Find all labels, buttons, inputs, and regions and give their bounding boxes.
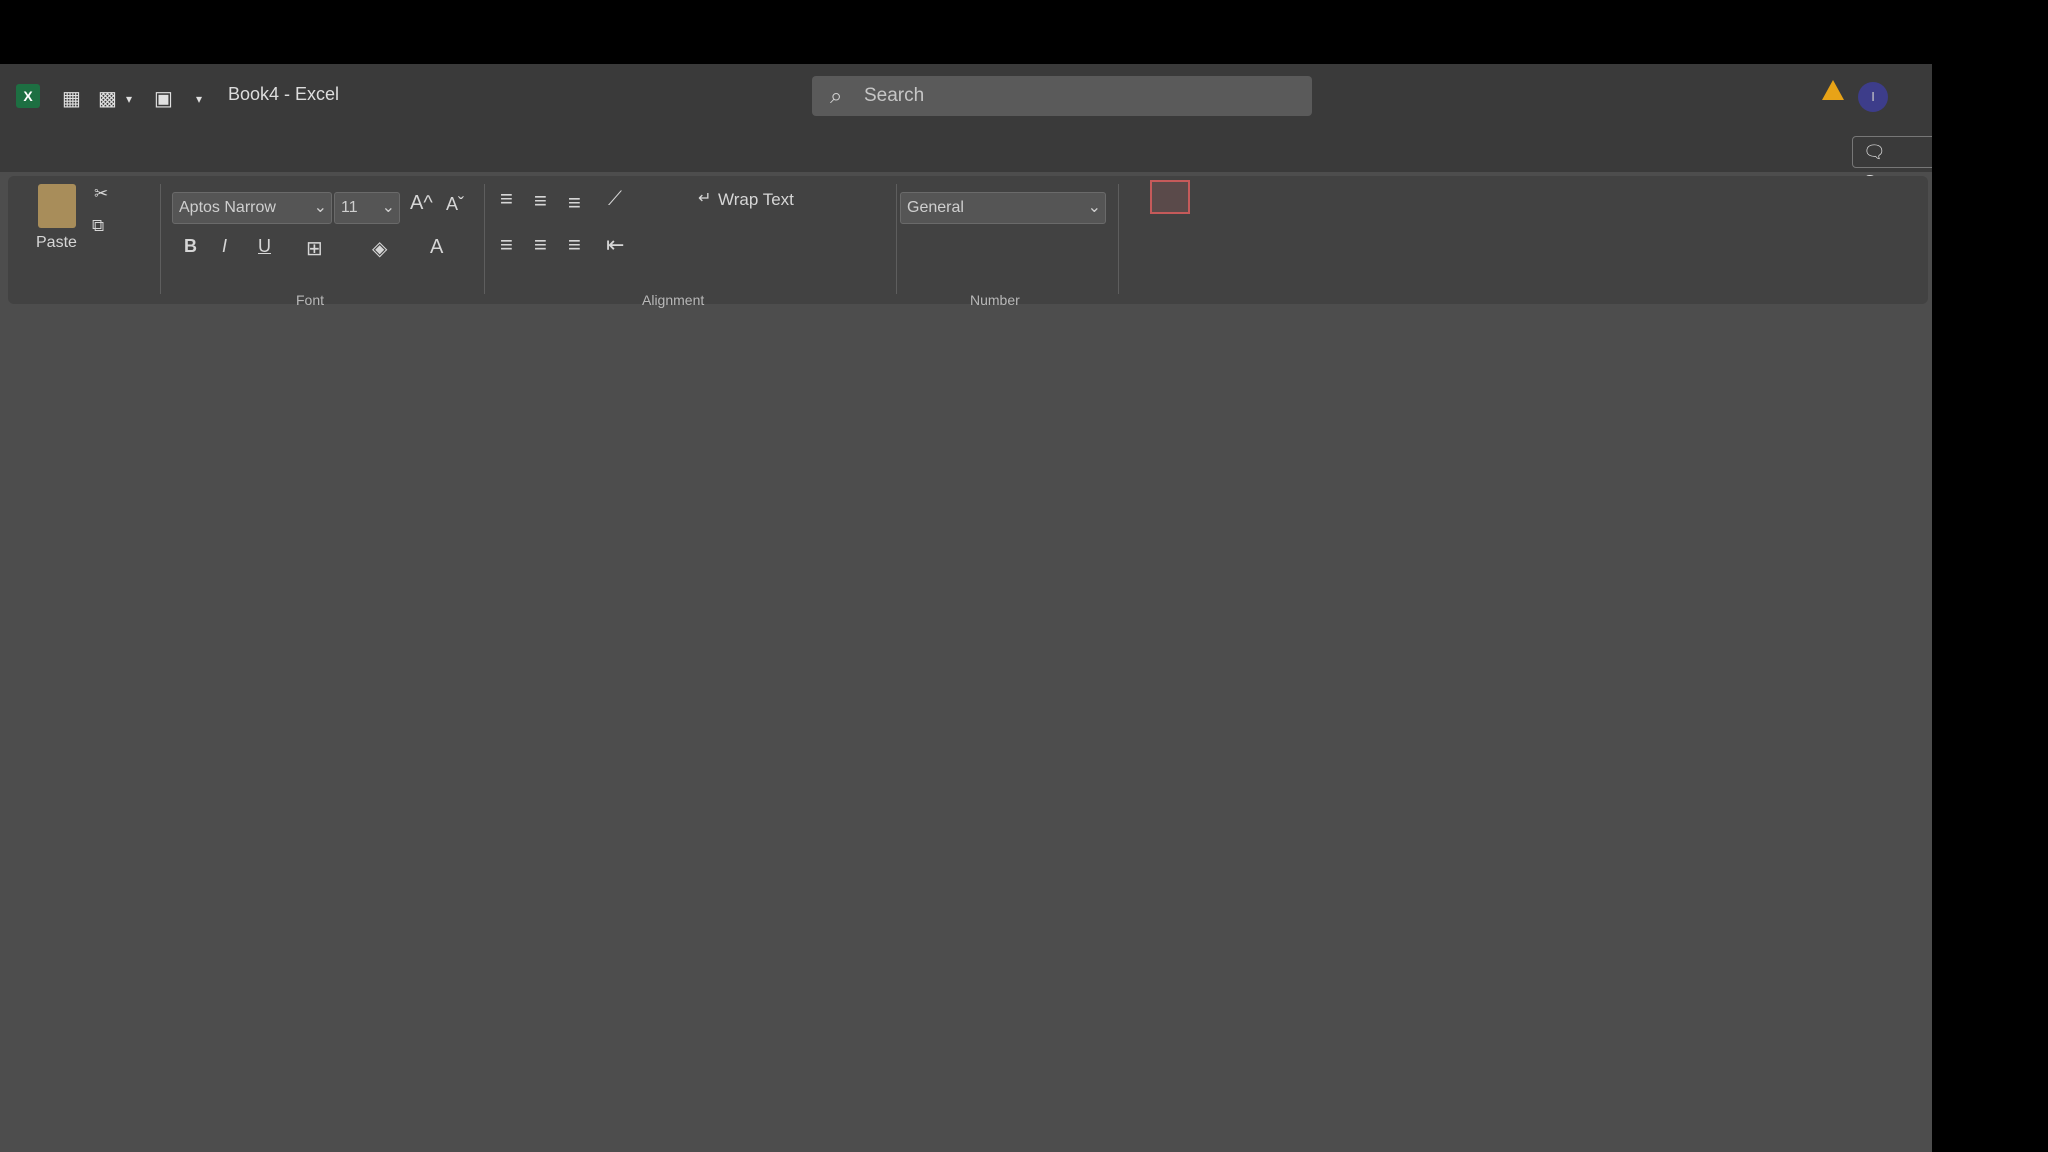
underline-icon[interactable]: U [258, 236, 271, 257]
font-size-select[interactable]: 11 ⌄ [334, 192, 400, 224]
paste-label[interactable]: Paste [36, 234, 77, 252]
customize-qat-icon[interactable]: ▾ [196, 92, 202, 106]
title-bar: X ▦ ▩ ▾ ▣ ▾ Book4 - Excel ⌕ Search I [0, 64, 1932, 128]
number-group-label: Number [970, 292, 1020, 308]
align-top-icon[interactable]: ≡ [500, 186, 513, 212]
copy-icon[interactable]: ⧉ [92, 216, 104, 236]
bold-icon[interactable]: B [184, 236, 197, 257]
divider [484, 184, 485, 294]
comment-icon: 🗨 [1863, 142, 1886, 162]
comments-button[interactable]: 🗨 Comm [1852, 136, 1932, 192]
chevron-down-icon: ⌄ [1087, 199, 1101, 216]
cut-icon[interactable]: ✂ [94, 184, 108, 204]
divider [160, 184, 161, 294]
font-color-icon[interactable]: A [430, 236, 443, 259]
save-icon[interactable]: ▣ [154, 86, 173, 111]
align-middle-icon[interactable]: ≡ [534, 188, 547, 214]
decrease-font-icon[interactable]: Aˇ [446, 194, 464, 215]
divider [896, 184, 897, 294]
excel-window: X ▦ ▩ ▾ ▣ ▾ Book4 - Excel ⌕ Search I 🗨 Co… [0, 64, 1932, 1152]
font-name-value: Aptos Narrow [179, 199, 276, 216]
increase-font-icon[interactable]: A^ [410, 192, 433, 215]
chevron-down-icon: ⌄ [381, 199, 395, 216]
number-format-select[interactable]: General ⌄ [900, 192, 1106, 224]
search-icon: ⌕ [830, 83, 843, 108]
divider [1118, 184, 1119, 294]
align-left-icon[interactable]: ≡ [500, 232, 513, 258]
conditional-formatting-icon[interactable] [1150, 180, 1190, 214]
align-right-icon[interactable]: ≡ [568, 232, 581, 258]
window-title: Book4 - Excel [228, 84, 340, 104]
italic-icon[interactable]: I [222, 236, 227, 257]
slide-stage: X ▦ ▩ ▾ ▣ ▾ Book4 - Excel ⌕ Search I 🗨 Co… [0, 0, 2048, 1152]
ribbon-tabs [0, 128, 1932, 172]
decrease-indent-icon[interactable]: ⇤ [606, 232, 624, 258]
wrap-text-icon[interactable]: ↵ [698, 188, 711, 208]
orientation-icon[interactable]: ⟋ [608, 188, 622, 211]
font-size-value: 11 [341, 199, 358, 216]
alignment-group-label: Alignment [642, 292, 705, 308]
chevron-down-icon[interactable]: ▾ [126, 92, 132, 106]
font-group-label: Font [296, 292, 325, 308]
paste-icon[interactable] [38, 184, 76, 228]
number-format-value: General [907, 199, 964, 216]
ribbon: Paste ✂ ⧉ Aptos Narrow ⌄ 11 ⌄ A^ Aˇ B I … [8, 176, 1928, 308]
search-box[interactable]: ⌕ Search [812, 76, 1312, 116]
wrap-text-button[interactable]: Wrap Text [718, 190, 794, 210]
font-name-select[interactable]: Aptos Narrow ⌄ [172, 192, 332, 224]
form-icon[interactable]: ▩ [98, 86, 117, 111]
chevron-down-icon: ⌄ [313, 199, 327, 216]
borders-icon[interactable]: ⊞ [306, 236, 323, 261]
autosave-icon[interactable]: ▦ [62, 86, 81, 111]
warning-icon[interactable] [1822, 80, 1844, 100]
search-placeholder: Search [864, 85, 925, 106]
align-center-icon[interactable]: ≡ [534, 232, 547, 258]
align-bottom-icon[interactable]: ≡ [568, 190, 581, 216]
excel-logo-icon[interactable]: X [16, 84, 40, 108]
fill-color-icon[interactable]: ◈ [372, 236, 387, 261]
avatar[interactable]: I [1858, 82, 1888, 112]
